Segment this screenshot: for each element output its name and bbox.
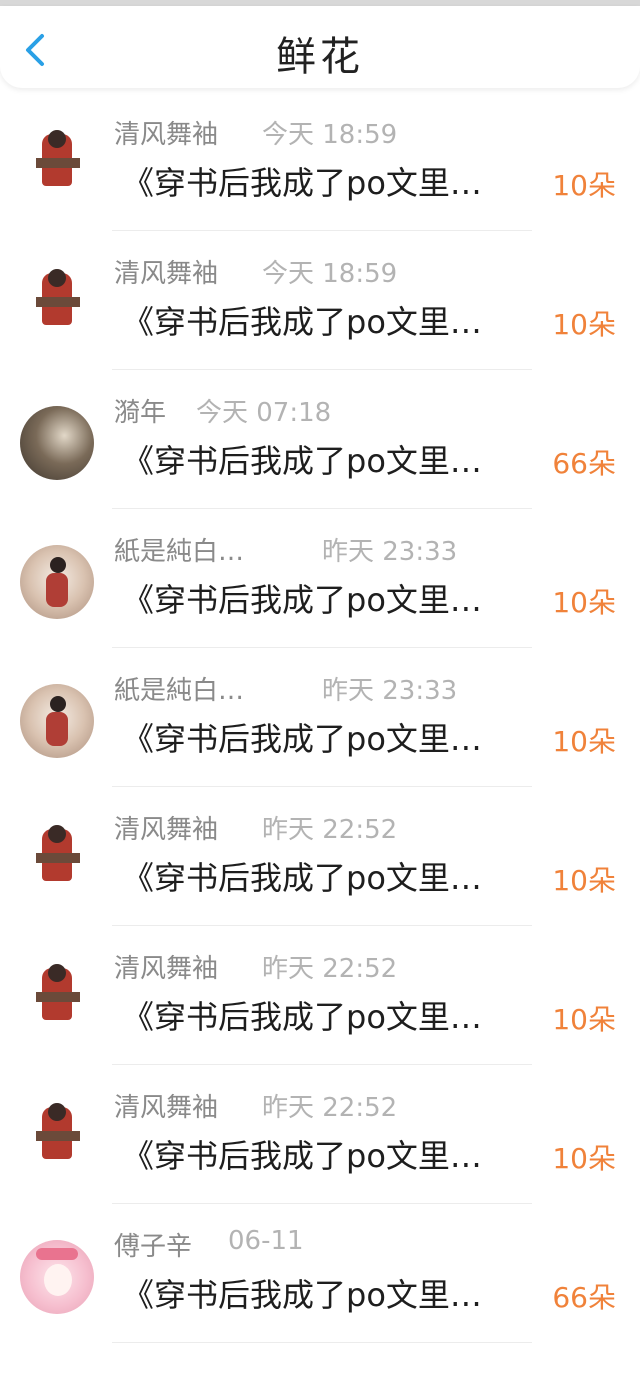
avatar[interactable] xyxy=(20,406,94,480)
book-title: 《穿书后我成了po文里… xyxy=(122,442,482,480)
book-title: 《穿书后我成了po文里… xyxy=(122,303,482,341)
avatar[interactable] xyxy=(30,962,84,1036)
header-bar: 鲜花 xyxy=(0,6,640,88)
flower-count: 10朵 xyxy=(552,1003,616,1036)
book-title: 《穿书后我成了po文里… xyxy=(122,859,482,897)
list-item[interactable]: 清风舞袖 昨天 22:52 《穿书后我成了po文里… 10朵 xyxy=(0,787,640,926)
book-title: 《穿书后我成了po文里… xyxy=(122,998,482,1036)
sender-name[interactable]: 清风舞袖 xyxy=(114,114,218,151)
sender-name[interactable]: 傅子辛 xyxy=(114,1226,192,1263)
sender-name[interactable]: 紙是純白… xyxy=(114,670,244,707)
list-item[interactable]: 清风舞袖 昨天 22:52 《穿书后我成了po文里… 10朵 xyxy=(0,1065,640,1204)
gift-time: 06-11 xyxy=(228,1226,304,1256)
list-item[interactable]: 紙是純白… 昨天 23:33 《穿书后我成了po文里… 10朵 xyxy=(0,648,640,787)
avatar[interactable] xyxy=(30,267,84,341)
sender-name[interactable]: 漪年 xyxy=(114,392,166,429)
book-title: 《穿书后我成了po文里… xyxy=(122,164,482,202)
sender-name[interactable]: 清风舞袖 xyxy=(114,253,218,290)
avatar[interactable] xyxy=(30,823,84,897)
sender-name[interactable]: 清风舞袖 xyxy=(114,1087,218,1124)
list-item[interactable]: 紙是純白… 昨天 23:33 《穿书后我成了po文里… 10朵 xyxy=(0,509,640,648)
sender-name[interactable]: 紙是純白… xyxy=(114,531,244,568)
gift-time: 今天 18:59 xyxy=(262,259,398,289)
avatar[interactable] xyxy=(20,545,94,619)
page-title: 鲜花 xyxy=(276,34,364,80)
flower-count: 10朵 xyxy=(552,725,616,758)
gift-time: 昨天 22:52 xyxy=(262,1093,398,1123)
flower-count: 10朵 xyxy=(552,586,616,619)
flower-count: 10朵 xyxy=(552,308,616,341)
book-title: 《穿书后我成了po文里… xyxy=(122,720,482,758)
gift-time: 今天 18:59 xyxy=(262,120,398,150)
flower-gifts-page: 鲜花 清风舞袖 今天 18:59 《穿书后我成了po文里… 10朵 清风舞袖 今… xyxy=(0,0,640,1378)
list-item[interactable]: 漪年 今天 07:18 《穿书后我成了po文里… 66朵 xyxy=(0,370,640,509)
book-title: 《穿书后我成了po文里… xyxy=(122,1276,482,1314)
list-item[interactable]: 清风舞袖 昨天 22:52 《穿书后我成了po文里… 10朵 xyxy=(0,926,640,1065)
flower-count: 10朵 xyxy=(552,169,616,202)
flower-count: 66朵 xyxy=(552,447,616,480)
avatar[interactable] xyxy=(30,1101,84,1175)
book-title: 《穿书后我成了po文里… xyxy=(122,1137,482,1175)
sender-name[interactable]: 清风舞袖 xyxy=(114,948,218,985)
flower-count: 10朵 xyxy=(552,1142,616,1175)
avatar[interactable] xyxy=(20,1240,94,1314)
avatar[interactable] xyxy=(20,684,94,758)
gift-time: 昨天 23:33 xyxy=(322,676,458,706)
list-item[interactable]: 清风舞袖 今天 18:59 《穿书后我成了po文里… 10朵 xyxy=(0,231,640,370)
gift-list: 清风舞袖 今天 18:59 《穿书后我成了po文里… 10朵 清风舞袖 今天 1… xyxy=(0,92,640,1343)
avatar[interactable] xyxy=(30,128,84,202)
gift-time: 昨天 22:52 xyxy=(262,815,398,845)
list-item[interactable]: 傅子辛 06-11 《穿书后我成了po文里… 66朵 xyxy=(0,1204,640,1343)
book-title: 《穿书后我成了po文里… xyxy=(122,581,482,619)
list-item-partial[interactable] xyxy=(0,1343,640,1378)
sender-name[interactable]: 清风舞袖 xyxy=(114,809,218,846)
list-item[interactable]: 清风舞袖 今天 18:59 《穿书后我成了po文里… 10朵 xyxy=(0,92,640,231)
gift-time: 今天 07:18 xyxy=(196,398,332,428)
flower-count: 10朵 xyxy=(552,864,616,897)
flower-count: 66朵 xyxy=(552,1281,616,1314)
gift-time: 昨天 23:33 xyxy=(322,537,458,567)
gift-time: 昨天 22:52 xyxy=(262,954,398,984)
